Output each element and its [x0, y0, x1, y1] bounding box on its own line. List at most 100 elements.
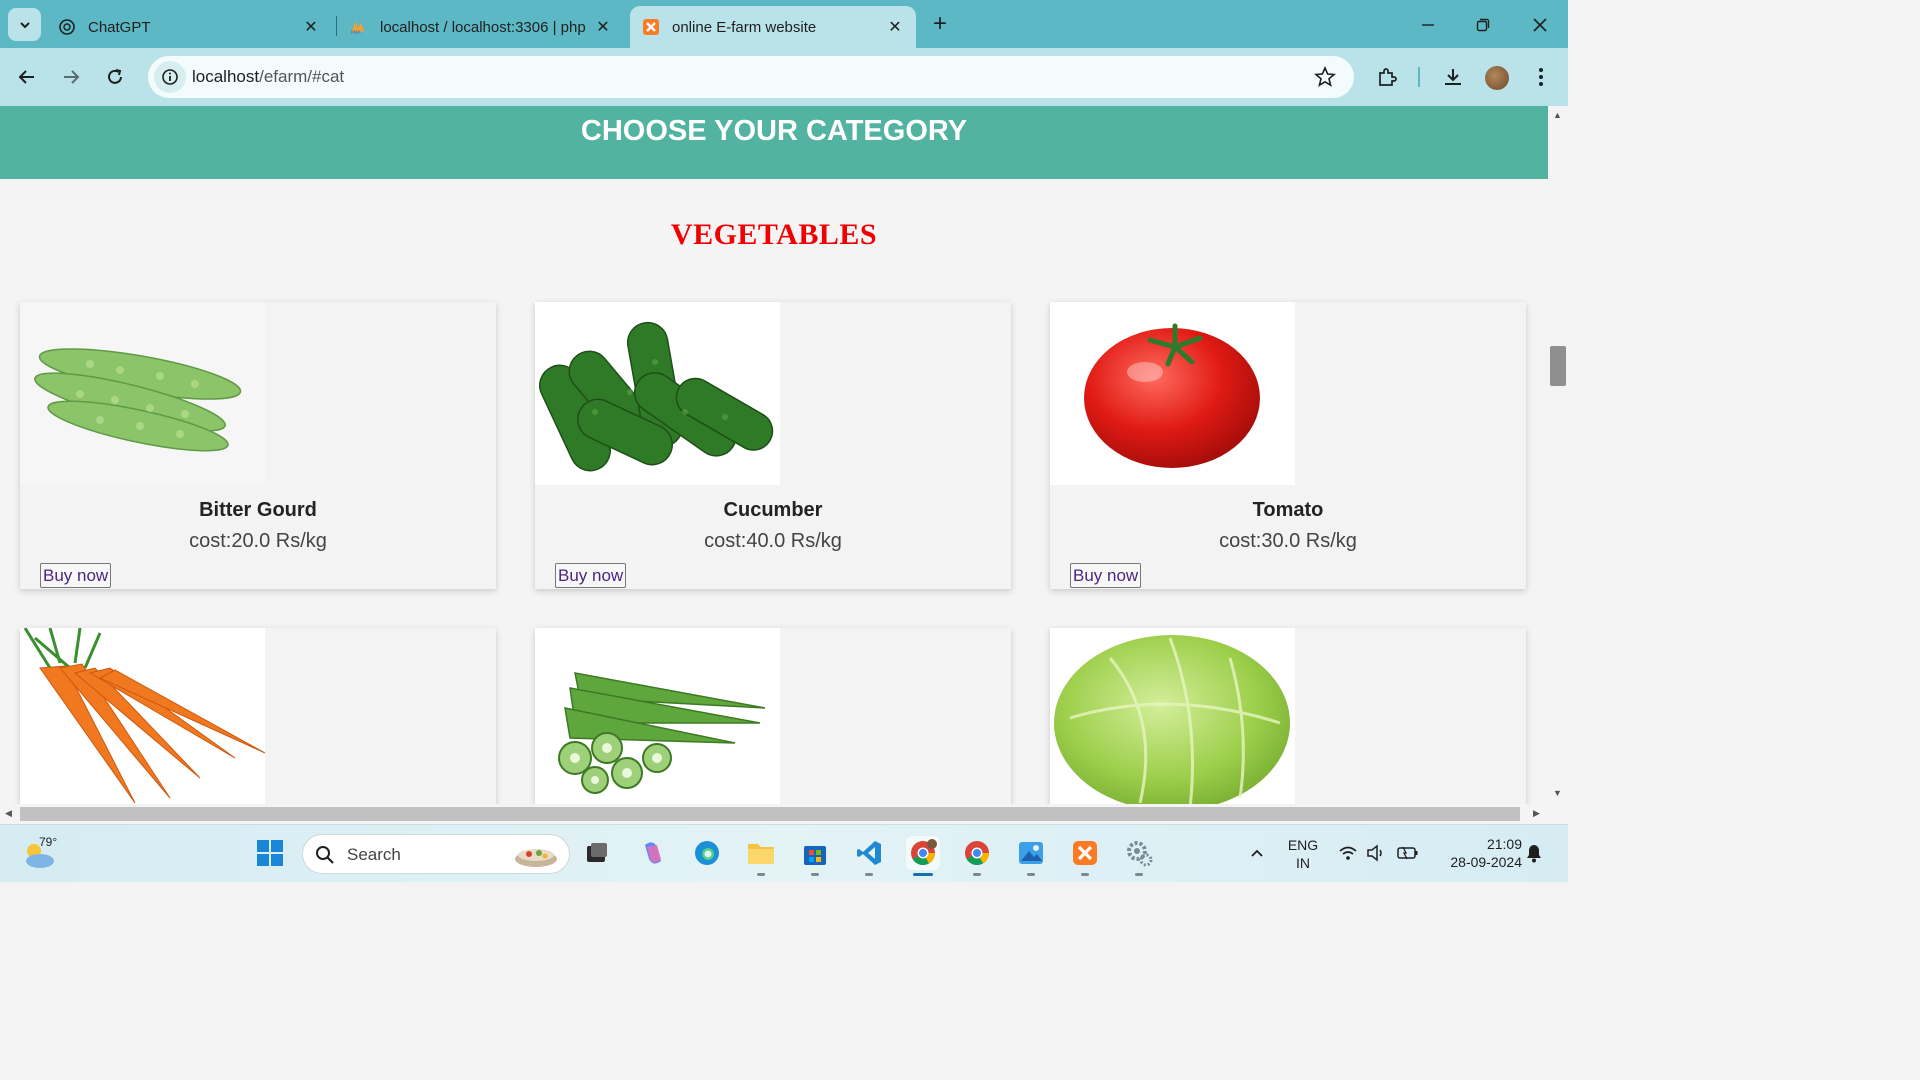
- banner-title: CHOOSE YOUR CATEGORY: [580, 115, 968, 147]
- product-card-okra: [535, 628, 1011, 804]
- section-title: VEGETABLES: [670, 218, 878, 251]
- svg-text:PMA: PMA: [351, 30, 362, 36]
- tab-chatgpt[interactable]: ChatGPT ✕: [46, 6, 332, 48]
- windows-icon: [257, 840, 283, 866]
- battery-icon: [1397, 846, 1418, 860]
- date-text: 28-09-2024: [1450, 854, 1522, 870]
- notifications-button[interactable]: [1520, 836, 1548, 870]
- vertical-scrollbar[interactable]: ▲ ▼: [1548, 106, 1568, 804]
- product-card-carrot: [20, 628, 496, 804]
- volume-button[interactable]: [1362, 836, 1390, 870]
- downloads-button[interactable]: [1438, 62, 1468, 92]
- file-explorer-button[interactable]: [744, 836, 778, 876]
- store-button[interactable]: [798, 836, 832, 876]
- running-indicator: [1081, 873, 1089, 876]
- category-banner: CHOOSE YOUR CATEGORY: [0, 106, 1548, 179]
- restore-button[interactable]: [1468, 10, 1498, 40]
- chrome-icon: [911, 839, 937, 866]
- back-button[interactable]: [12, 62, 42, 92]
- puzzle-icon: [1379, 68, 1397, 86]
- wifi-button[interactable]: [1334, 836, 1362, 870]
- forward-button[interactable]: [56, 62, 86, 92]
- taskbar-search[interactable]: Search: [302, 834, 570, 874]
- running-indicator: [1135, 873, 1143, 876]
- clock[interactable]: 21:09 28-09-2024: [1432, 835, 1522, 871]
- search-icon: [316, 846, 334, 864]
- more-vertical-icon: [1539, 68, 1543, 86]
- vscode-button[interactable]: [852, 836, 886, 876]
- scroll-down-icon[interactable]: ▼: [1553, 788, 1562, 798]
- minimize-button[interactable]: [1413, 10, 1443, 40]
- site-info-button[interactable]: [154, 61, 186, 93]
- photos-button[interactable]: [1014, 836, 1048, 876]
- scroll-up-icon[interactable]: ▲: [1553, 110, 1562, 120]
- product-image-tomato: [1050, 302, 1295, 485]
- region-text: IN: [1296, 855, 1310, 871]
- xampp-button[interactable]: [1068, 836, 1102, 876]
- vscode-icon: [857, 841, 881, 865]
- address-bar[interactable]: localhost/efarm/#cat: [148, 56, 1354, 98]
- tab-efarm[interactable]: online E-farm website ✕: [630, 6, 916, 48]
- url-text[interactable]: localhost/efarm/#cat: [192, 67, 344, 87]
- store-icon: [804, 846, 826, 865]
- extensions-button[interactable]: [1372, 62, 1402, 92]
- toolbar-divider: [1418, 67, 1420, 87]
- product-card-cucumber: Cucumber cost:40.0 Rs/kg Buy now: [535, 302, 1011, 589]
- bell-icon: [1527, 845, 1541, 863]
- page-viewport: CHOOSE YOUR CATEGORY VEGETABLES Bitter G…: [0, 106, 1548, 804]
- language-indicator[interactable]: ENG IN: [1282, 836, 1324, 872]
- browser-menu-button[interactable]: [1526, 62, 1556, 92]
- horizontal-scroll-thumb[interactable]: [20, 807, 1520, 821]
- browser-tab-bar: ChatGPT ✕ PMA localhost / localhost:3306…: [0, 0, 1568, 48]
- product-name: Cucumber: [723, 499, 823, 521]
- chatgpt-icon: [58, 18, 76, 36]
- buy-now-button[interactable]: Buy now: [1070, 563, 1142, 588]
- task-view-icon: [587, 843, 607, 862]
- tab-title: online E-farm website: [672, 18, 817, 36]
- copilot-button[interactable]: [636, 836, 670, 870]
- buy-now-button[interactable]: Buy now: [40, 563, 112, 588]
- url-host: localhost: [192, 67, 260, 86]
- reload-icon: [108, 69, 122, 84]
- task-view-button[interactable]: [580, 836, 614, 870]
- product-name: Bitter Gourd: [199, 499, 317, 521]
- language-text: ENG: [1287, 837, 1319, 853]
- close-icon[interactable]: ✕: [302, 18, 320, 36]
- scroll-right-icon[interactable]: ▶: [1533, 808, 1540, 819]
- scrollbar-corner: [1548, 804, 1568, 824]
- close-icon: [1533, 18, 1547, 32]
- running-indicator: [757, 873, 765, 876]
- buy-now-button[interactable]: Buy now: [555, 563, 627, 588]
- product-cost: cost:30.0 Rs/kg: [1219, 530, 1357, 552]
- battery-button[interactable]: [1394, 836, 1422, 870]
- start-button[interactable]: [253, 836, 287, 870]
- new-tab-button[interactable]: +: [926, 10, 954, 38]
- edge-button[interactable]: [690, 836, 724, 870]
- copilot-icon: [645, 842, 661, 864]
- running-indicator: [811, 873, 819, 876]
- close-window-button[interactable]: [1525, 10, 1555, 40]
- vertical-scroll-thumb[interactable]: [1550, 346, 1566, 386]
- close-icon[interactable]: ✕: [594, 18, 612, 36]
- profile-avatar[interactable]: [1485, 66, 1509, 90]
- settings-tool-button[interactable]: [1122, 836, 1156, 876]
- reload-button[interactable]: [100, 62, 130, 92]
- bookmark-button[interactable]: [1314, 65, 1336, 93]
- tab-search-button[interactable]: [8, 8, 41, 41]
- chrome-icon: [965, 841, 989, 866]
- running-indicator: [865, 873, 873, 876]
- folder-icon: [748, 844, 774, 864]
- tab-phpmyadmin[interactable]: PMA localhost / localhost:3306 | php ✕: [338, 6, 624, 48]
- scroll-left-icon[interactable]: ◀: [5, 808, 12, 819]
- horizontal-scrollbar[interactable]: ◀ ▶: [0, 804, 1548, 824]
- close-icon[interactable]: ✕: [886, 18, 904, 36]
- chrome-profile-button[interactable]: [906, 836, 940, 876]
- download-icon: [1445, 69, 1461, 85]
- product-cost: cost:40.0 Rs/kg: [704, 530, 842, 552]
- product-image-carrot: [20, 628, 265, 804]
- show-hidden-icons-button[interactable]: [1240, 836, 1274, 870]
- restore-icon: [1476, 18, 1490, 32]
- wifi-icon: [1339, 846, 1357, 860]
- chrome-button[interactable]: [960, 836, 994, 876]
- tab-title: localhost / localhost:3306 | php: [380, 18, 586, 36]
